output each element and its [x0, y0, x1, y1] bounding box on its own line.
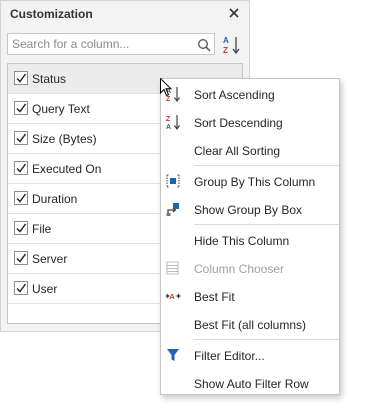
filter-icon — [167, 349, 179, 361]
check-icon — [16, 253, 27, 263]
menu-item-label: Best Fit (all columns) — [194, 318, 307, 332]
menu-item-clear-all-sorting[interactable]: Clear All Sorting — [161, 136, 339, 164]
column-context-menu: A Z Sort Ascending Z A Sort Descending C… — [160, 78, 340, 395]
svg-text:A: A — [169, 292, 175, 301]
best-fit-icon: A — [165, 292, 181, 301]
menu-item-label: Best Fit — [194, 290, 235, 304]
menu-item-sort-ascending[interactable]: A Z Sort Ascending — [161, 80, 339, 108]
menu-item-label: Show Group By Box — [194, 203, 303, 217]
menu-item-best-fit-all[interactable]: Best Fit (all columns) — [161, 310, 339, 338]
menu-item-filter-editor[interactable]: Filter Editor... — [161, 341, 339, 369]
close-icon — [229, 8, 239, 18]
column-label: Server — [32, 252, 68, 266]
column-label: Status — [32, 72, 67, 86]
column-label: File — [32, 222, 52, 236]
close-button[interactable] — [227, 6, 241, 20]
menu-item-label: Column Chooser — [194, 262, 285, 276]
check-icon — [16, 193, 27, 203]
menu-item-group-by-column[interactable]: Group By This Column — [161, 167, 339, 195]
svg-text:A: A — [166, 124, 171, 130]
column-checkbox[interactable] — [14, 251, 28, 265]
menu-item-label: Filter Editor... — [194, 349, 265, 363]
search-box[interactable] — [7, 33, 215, 55]
menu-separator — [194, 224, 339, 225]
menu-item-label: Sort Ascending — [194, 88, 275, 102]
menu-item-show-group-by-box[interactable]: Show Group By Box — [161, 195, 339, 223]
menu-item-label: Clear All Sorting — [194, 144, 281, 158]
check-icon — [16, 133, 27, 143]
column-checkbox[interactable] — [14, 101, 28, 115]
menu-item-column-chooser: Column Chooser — [161, 254, 339, 282]
menu-item-sort-descending[interactable]: Z A Sort Descending — [161, 108, 339, 136]
check-icon — [16, 103, 27, 113]
column-label: User — [32, 282, 58, 296]
group-by-box-icon — [166, 203, 179, 216]
search-icon[interactable] — [197, 38, 211, 52]
sort-descending-icon: Z A — [166, 115, 180, 130]
column-checkbox[interactable] — [14, 71, 28, 85]
svg-text:Z: Z — [223, 46, 228, 55]
check-icon — [16, 73, 27, 83]
column-label: Duration — [32, 192, 78, 206]
group-by-column-icon — [166, 174, 180, 188]
column-checkbox[interactable] — [14, 161, 28, 175]
menu-separator — [194, 339, 339, 340]
sort-az-icon: A Z — [223, 36, 240, 55]
check-icon — [16, 223, 27, 233]
menu-item-best-fit[interactable]: A Best Fit — [161, 282, 339, 310]
column-label: Size (Bytes) — [32, 132, 97, 146]
menu-item-show-auto-filter-row[interactable]: Show Auto Filter Row — [161, 369, 339, 397]
column-checkbox[interactable] — [14, 281, 28, 295]
column-label: Query Text — [32, 102, 90, 116]
menu-separator — [194, 165, 339, 166]
panel-title: Customization — [10, 7, 93, 21]
search-input[interactable] — [12, 37, 188, 51]
menu-item-label: Group By This Column — [194, 175, 316, 189]
column-label: Executed On — [32, 162, 102, 176]
menu-item-label: Show Auto Filter Row — [194, 377, 309, 391]
column-checkbox[interactable] — [14, 221, 28, 235]
menu-item-hide-column[interactable]: Hide This Column — [161, 226, 339, 254]
svg-text:A: A — [223, 36, 229, 45]
mouse-cursor-icon — [160, 78, 172, 97]
check-icon — [16, 283, 27, 293]
column-chooser-icon — [166, 261, 179, 275]
svg-text:Z: Z — [166, 116, 171, 123]
menu-item-label: Hide This Column — [194, 234, 290, 248]
menu-item-label: Sort Descending — [194, 116, 283, 130]
sort-columns-button[interactable]: A Z — [223, 35, 241, 55]
column-checkbox[interactable] — [14, 191, 28, 205]
column-checkbox[interactable] — [14, 131, 28, 145]
check-icon — [16, 163, 27, 173]
